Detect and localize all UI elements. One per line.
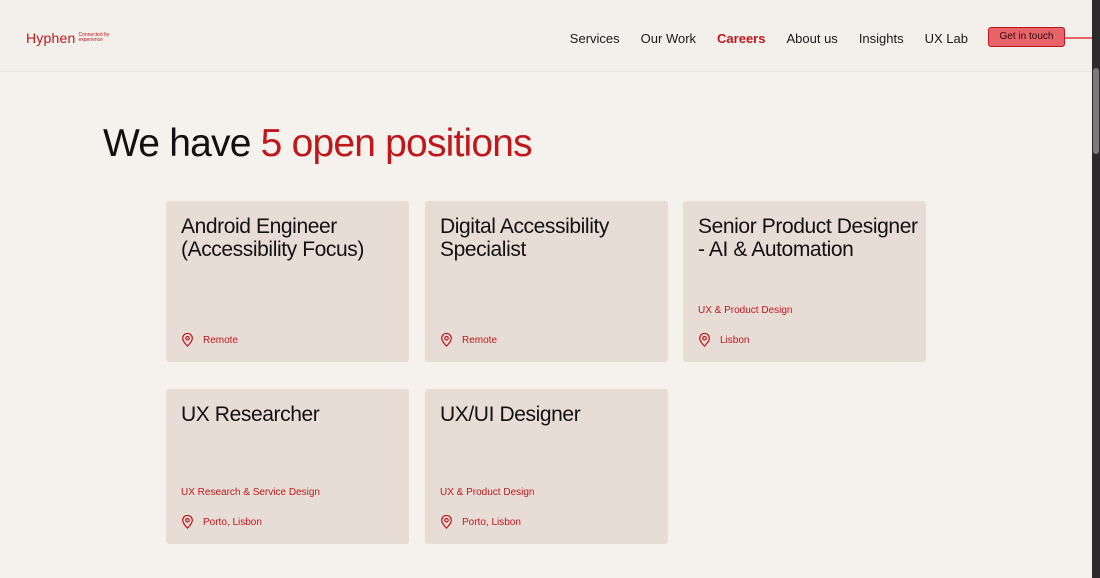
scrollbar[interactable] — [1092, 0, 1100, 578]
nav-services[interactable]: Services — [570, 31, 620, 46]
job-location-text: Porto, Lisbon — [203, 516, 262, 528]
job-location: Remote — [181, 333, 238, 347]
job-location-text: Remote — [462, 334, 498, 346]
logo[interactable]: Hyphen Connected by experience — [26, 30, 118, 46]
job-title: UX Researcher — [181, 403, 320, 426]
map-pin-icon — [182, 515, 193, 529]
map-pin-icon — [699, 333, 710, 347]
job-card[interactable]: UX Researcher UX Research & Service Desig… — [166, 389, 409, 544]
job-card[interactable]: Senior Product Designer - AI & Automatio… — [683, 201, 926, 362]
scrollbar-thumb[interactable] — [1093, 68, 1099, 154]
job-department: UX Research & Service Design — [181, 487, 320, 498]
job-title: Android Engineer (Accessibility Focus) — [181, 215, 364, 261]
job-title: UX/UI Designer — [440, 403, 581, 426]
logo-tagline: Connected by experience — [78, 32, 110, 43]
title-accent: 5 open positions — [260, 122, 533, 165]
map-pin-icon — [441, 515, 452, 529]
job-title: Digital Accessibility Specialist — [440, 215, 609, 261]
job-title: Senior Product Designer - AI & Automatio… — [698, 215, 918, 261]
job-location: Porto, Lisbon — [440, 515, 521, 529]
logo-wordmark: Hyphen — [26, 30, 76, 46]
nav-insights[interactable]: Insights — [859, 31, 904, 46]
job-location-text: Lisbon — [720, 334, 750, 346]
nav-ux-lab[interactable]: UX Lab — [925, 31, 968, 46]
job-location-text: Porto, Lisbon — [462, 516, 521, 528]
job-card[interactable]: UX/UI Designer UX & Product Design Porto, … — [425, 389, 668, 544]
nav-about-us[interactable]: About us — [786, 31, 837, 46]
map-pin-icon — [441, 333, 452, 347]
site-header: Hyphen Connected by experience Services … — [0, 0, 1092, 72]
job-department: UX & Product Design — [440, 487, 535, 498]
page-title: We have 5 open positions — [103, 122, 533, 166]
job-location: Remote — [440, 333, 497, 347]
page: Hyphen Connected by experience Services … — [0, 0, 1092, 578]
job-location-text: Remote — [203, 334, 239, 346]
job-card[interactable]: Digital Accessibility Specialist Remote — [425, 201, 668, 362]
get-in-touch-button[interactable]: Get in touch — [988, 27, 1065, 47]
job-department: UX & Product Design — [698, 305, 793, 316]
cta-decoration-line — [1065, 37, 1092, 39]
map-pin-icon — [182, 333, 193, 347]
job-location: Lisbon — [698, 333, 749, 347]
main-nav: Services Our Work Careers About us Insig… — [549, 31, 968, 46]
job-card[interactable]: Android Engineer (Accessibility Focus) Re… — [166, 201, 409, 362]
title-prefix: We have — [103, 122, 261, 165]
job-location: Porto, Lisbon — [181, 515, 262, 529]
nav-our-work[interactable]: Our Work — [641, 31, 696, 46]
nav-careers[interactable]: Careers — [717, 31, 765, 46]
